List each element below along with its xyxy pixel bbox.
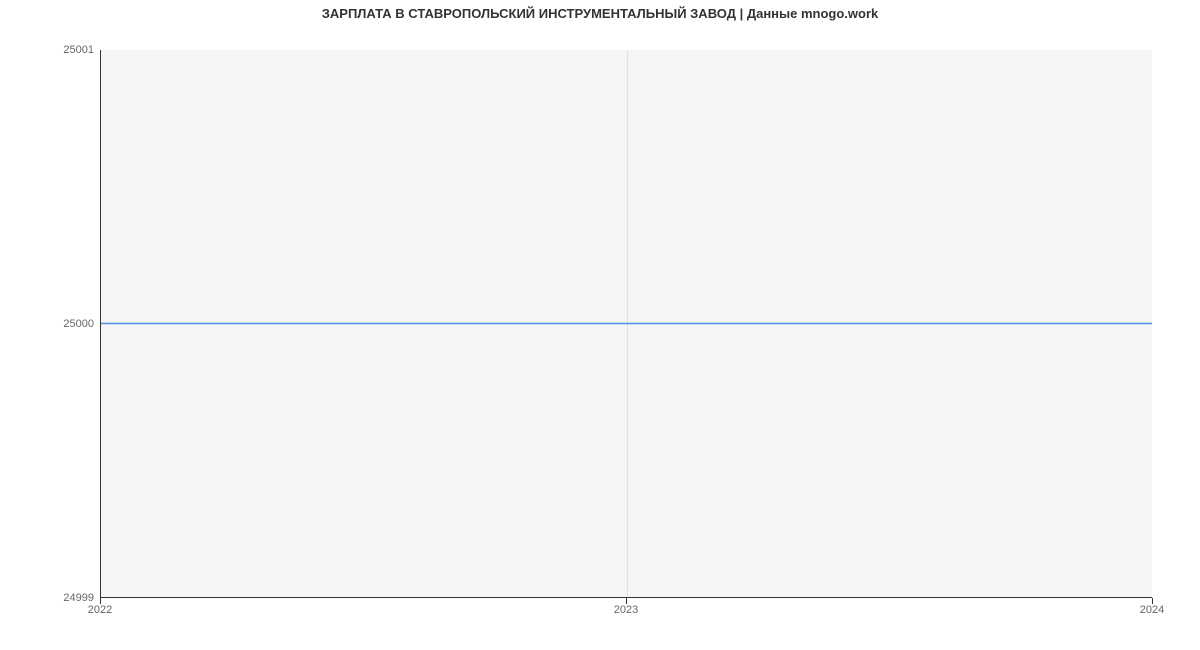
chart-title: ЗАРПЛАТА В СТАВРОПОЛЬСКИЙ ИНСТРУМЕНТАЛЬН… bbox=[0, 6, 1200, 21]
x-tick-label: 2024 bbox=[1140, 604, 1164, 616]
y-tick-label: 25000 bbox=[4, 318, 94, 330]
y-tick-label: 24999 bbox=[4, 592, 94, 604]
line-series-layer bbox=[101, 50, 1152, 597]
x-tick-label: 2023 bbox=[614, 604, 638, 616]
chart-container: ЗАРПЛАТА В СТАВРОПОЛЬСКИЙ ИНСТРУМЕНТАЛЬН… bbox=[0, 0, 1200, 650]
plot-area bbox=[100, 50, 1152, 598]
x-tick-label: 2022 bbox=[88, 604, 112, 616]
y-tick-label: 25001 bbox=[4, 44, 94, 56]
